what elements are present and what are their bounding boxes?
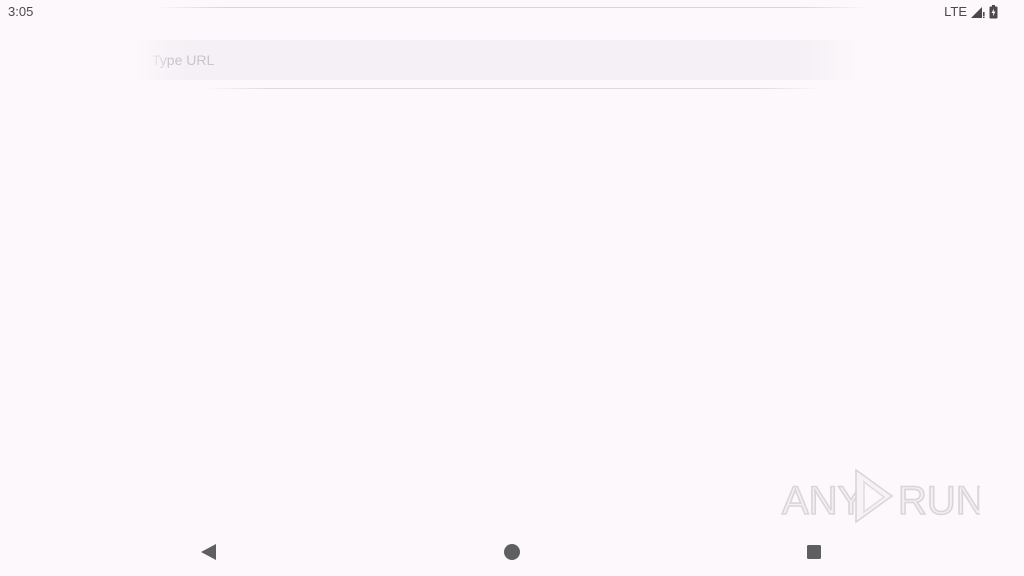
- status-bar: 3:05 LTE: [0, 0, 1024, 24]
- home-button[interactable]: [500, 540, 524, 564]
- home-circle-icon: [504, 544, 520, 560]
- url-field-underline: [205, 88, 820, 89]
- recents-square-icon: [807, 545, 821, 559]
- cell-signal-icon: [971, 6, 985, 18]
- status-icons: LTE: [944, 4, 998, 19]
- anyrun-watermark-logo: ANY RUN: [780, 462, 985, 528]
- url-placeholder: Type URL: [152, 52, 215, 68]
- status-time: 3:05: [8, 4, 34, 19]
- watermark-text-right: RUN: [898, 479, 980, 523]
- recents-button[interactable]: [802, 540, 826, 564]
- url-input-field[interactable]: Type URL: [130, 40, 860, 80]
- battery-charging-icon: [989, 4, 998, 19]
- android-screen: 3:05 LTE Type URL ANY RUN: [0, 0, 1024, 576]
- navigation-bar: [0, 528, 1024, 576]
- top-divider: [152, 7, 872, 8]
- back-button[interactable]: [196, 540, 220, 564]
- watermark-text-left: ANY: [782, 479, 864, 523]
- network-type-label: LTE: [944, 4, 967, 19]
- back-triangle-icon: [201, 544, 216, 560]
